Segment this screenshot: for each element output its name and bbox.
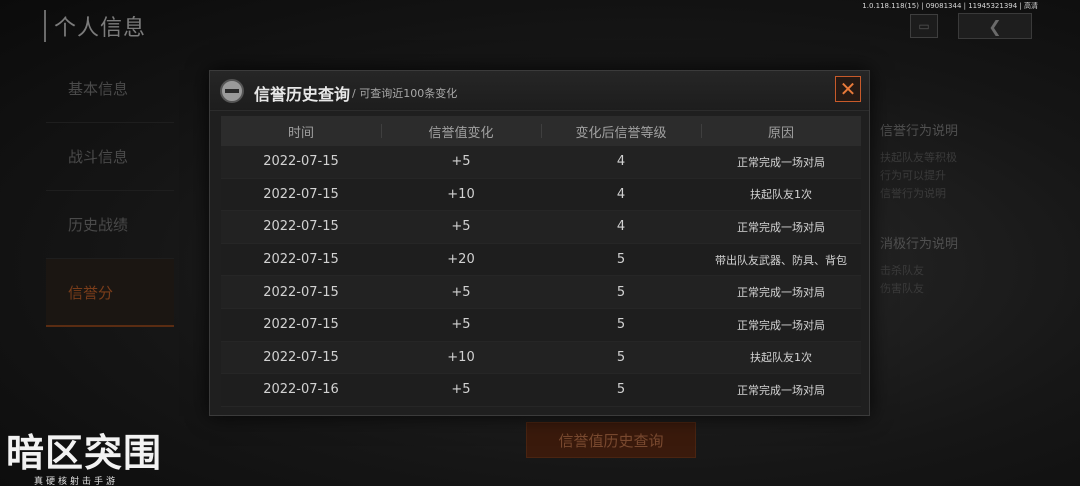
cell-level: 5 — [616, 382, 626, 398]
cell-level: 5 — [616, 284, 626, 300]
table-body: 2022-07-15 +5 4 正常完成一场对局 2022-07-15 +10 … — [221, 146, 861, 407]
table-row: 2022-07-16 +5 5 正常完成一场对局 — [221, 374, 861, 407]
page-title: 个人信息 — [44, 10, 146, 42]
table-header: 时间 信誉值变化 变化后信誉等级 原因 — [221, 116, 861, 146]
table-row: 2022-07-15 +20 5 带出队友武器、防具、背包 — [221, 243, 861, 277]
cell-change: +5 — [451, 284, 471, 300]
close-icon: ✕ — [839, 77, 857, 101]
credit-history-table: 时间 信誉值变化 变化后信誉等级 原因 2022-07-15 +5 4 正常完成… — [221, 116, 861, 407]
positive-line: 扶起队友等积极 — [880, 151, 957, 164]
cell-level: 4 — [616, 219, 626, 235]
game-logo: 暗区突围 真硬核射击手游 — [0, 433, 165, 486]
column-header-level: 变化后信誉等级 — [541, 122, 701, 141]
positive-line: 信誉行为说明 — [880, 187, 946, 200]
negative-heading: 消极行为说明 — [880, 237, 959, 252]
cell-level: 5 — [616, 252, 626, 268]
cell-reason: 扶起队友1次 — [750, 351, 812, 365]
cell-level: 4 — [616, 186, 626, 202]
table-row: 2022-07-15 +5 4 正常完成一场对局 — [221, 146, 861, 179]
cell-reason: 正常完成一场对局 — [737, 155, 825, 169]
cell-time: 2022-07-15 — [263, 317, 339, 333]
cell-time: 2022-07-15 — [263, 252, 339, 268]
arrow-left-icon: ❮ — [988, 16, 1002, 36]
positive-line: 行为可以提升 — [880, 169, 946, 182]
table-row: 2022-07-15 +10 5 扶起队友1次 — [221, 341, 861, 375]
cell-change: +5 — [451, 154, 471, 170]
cell-reason: 扶起队友1次 — [750, 188, 812, 202]
cell-time: 2022-07-16 — [263, 382, 339, 398]
cell-time: 2022-07-15 — [263, 219, 339, 235]
side-item-basic-info[interactable]: 基本信息 — [46, 55, 174, 123]
modal-header: 信誉历史查询 / 可查询近100条变化 ✕ — [210, 71, 869, 111]
table-row: 2022-07-15 +5 4 正常完成一场对局 — [221, 211, 861, 244]
credit-badge-icon — [220, 79, 244, 103]
cell-change: +20 — [447, 252, 475, 268]
negative-line: 伤害队友 — [880, 282, 924, 295]
credit-history-modal: 信誉历史查询 / 可查询近100条变化 ✕ 时间 信誉值变化 变化后信誉等级 原… — [209, 70, 870, 416]
cell-change: +5 — [451, 219, 471, 235]
cell-reason: 正常完成一场对局 — [737, 220, 825, 234]
negative-line: 击杀队友 — [880, 264, 924, 277]
logo-subtitle: 真硬核射击手游 — [34, 477, 119, 486]
column-header-time: 时间 — [287, 125, 314, 141]
column-header-change: 信誉值变化 — [381, 122, 541, 141]
close-button[interactable]: ✕ — [835, 76, 861, 102]
cell-reason: 正常完成一场对局 — [737, 286, 825, 300]
side-item-combat-info[interactable]: 战斗信息 — [46, 123, 174, 191]
screen-icon[interactable]: ▭ — [910, 14, 938, 38]
cell-level: 5 — [616, 349, 626, 365]
cell-time: 2022-07-15 — [263, 349, 339, 365]
cell-change: +10 — [447, 349, 475, 365]
credit-explanation-panel: 信誉行为说明 扶起队友等积极 行为可以提升 信誉行为说明 消极行为说明 击杀队友… — [880, 120, 1000, 298]
cell-level: 5 — [616, 317, 626, 333]
cell-time: 2022-07-15 — [263, 154, 339, 170]
table-row: 2022-07-15 +10 4 扶起队友1次 — [221, 178, 861, 212]
column-header-reason: 原因 — [701, 122, 861, 141]
positive-heading: 信誉行为说明 — [880, 124, 959, 139]
modal-subtitle: / 可查询近100条变化 — [352, 87, 458, 100]
table-row: 2022-07-15 +5 5 正常完成一场对局 — [221, 308, 861, 342]
logo-text: 暗区突围 — [6, 431, 163, 475]
cell-reason: 正常完成一场对局 — [737, 318, 825, 332]
cell-change: +5 — [451, 317, 471, 333]
cell-reason: 带出队友武器、防具、背包 — [715, 253, 847, 267]
cell-time: 2022-07-15 — [263, 284, 339, 300]
cell-change: +5 — [451, 382, 471, 398]
cell-time: 2022-07-15 — [263, 186, 339, 202]
cell-change: +10 — [447, 186, 475, 202]
side-item-credit-score[interactable]: 信誉分 — [46, 259, 174, 327]
modal-title: 信誉历史查询 — [254, 85, 351, 104]
credit-history-button[interactable]: 信誉值历史查询 — [526, 422, 696, 458]
table-row: 2022-07-15 +5 5 正常完成一场对局 — [221, 276, 861, 309]
cell-level: 4 — [616, 154, 626, 170]
back-button[interactable]: ❮ — [958, 13, 1032, 39]
version-info: 1.0.118.118(15) | 09081344 | 11945321394… — [862, 2, 1038, 10]
side-menu: 基本信息 战斗信息 历史战绩 信誉分 — [46, 55, 174, 327]
side-item-history[interactable]: 历史战绩 — [46, 191, 174, 259]
cell-reason: 正常完成一场对局 — [737, 383, 825, 397]
